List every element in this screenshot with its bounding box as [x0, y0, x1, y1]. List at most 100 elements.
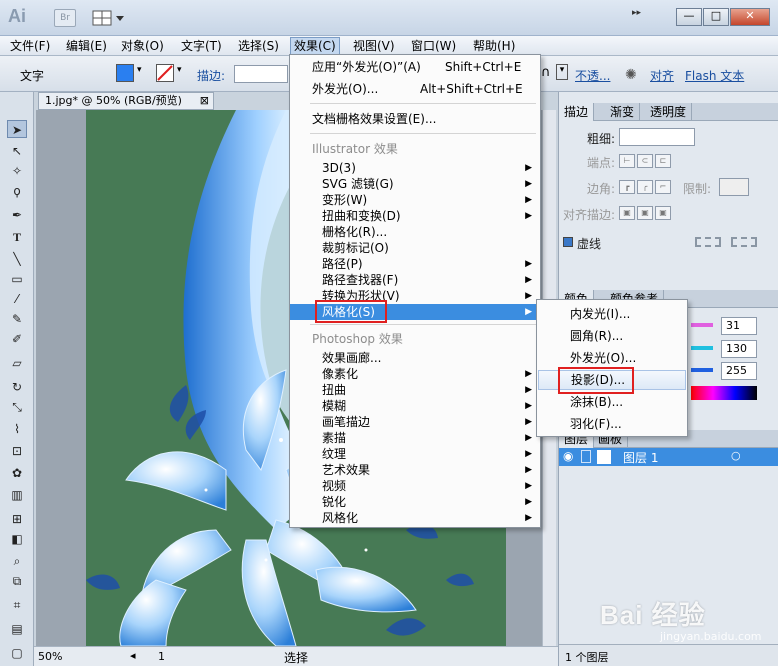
free-transform-tool-icon[interactable]: ⊡: [7, 442, 27, 460]
apply-last-effect-item[interactable]: 应用“外发光(O)”(A) Shift+Ctrl+E: [290, 59, 540, 75]
magic-wand-tool-icon[interactable]: ✧: [7, 162, 27, 180]
warp-tool-icon[interactable]: ⌇: [7, 420, 27, 438]
square-cap-icon[interactable]: ⊏: [655, 154, 671, 168]
artboard-nav-icon[interactable]: ◂: [130, 649, 136, 662]
line-tool-icon[interactable]: ╲: [7, 250, 27, 268]
menu-item-stylize-ps[interactable]: 风格化 ▶: [290, 510, 540, 526]
align-link[interactable]: 对齐: [650, 67, 674, 84]
minimize-button[interactable]: —: [676, 8, 702, 26]
red-value-input[interactable]: 31: [721, 317, 757, 335]
menu-item-blur[interactable]: 模糊 ▶: [290, 398, 540, 414]
last-effect-item[interactable]: 外发光(O)... Alt+Shift+Ctrl+E: [290, 81, 540, 97]
round-cap-icon[interactable]: ⊂: [637, 154, 653, 168]
eyedropper-tool-icon[interactable]: ⌕: [7, 552, 27, 570]
recolor-icon[interactable]: ✺: [625, 67, 637, 83]
layer-target-icon[interactable]: ○: [731, 449, 741, 462]
menu-file[interactable]: 文件(F): [7, 37, 53, 55]
lock-toggle-icon[interactable]: [581, 450, 591, 463]
type-tool-icon[interactable]: T: [7, 228, 27, 246]
menu-effect[interactable]: 效果(C): [290, 37, 340, 55]
lasso-tool-icon[interactable]: ϙ: [7, 182, 27, 200]
brush-icon[interactable]: ∩: [541, 65, 551, 80]
screen-mode-icon[interactable]: ▢: [7, 644, 27, 662]
menu-item-sharpen[interactable]: 锐化 ▶: [290, 494, 540, 510]
stroke-dropdown-icon[interactable]: ▾: [177, 65, 182, 75]
stroke-label[interactable]: 描边:: [197, 67, 225, 84]
selection-tool-icon[interactable]: ➤: [7, 120, 27, 138]
red-slider-icon[interactable]: [691, 323, 713, 327]
weight-input[interactable]: [619, 128, 695, 146]
rotate-tool-icon[interactable]: ↻: [7, 378, 27, 396]
green-value-input[interactable]: 130: [721, 340, 757, 358]
menu-item-video[interactable]: 视频 ▶: [290, 478, 540, 494]
menu-item-texture[interactable]: 纹理 ▶: [290, 446, 540, 462]
menu-item-round-corners[interactable]: 圆角(R)...: [537, 326, 687, 346]
butt-cap-icon[interactable]: ⊢: [619, 154, 635, 168]
menu-item-3d[interactable]: 3D(3) ▶: [290, 160, 540, 176]
menu-item-distort[interactable]: 扭曲 ▶: [290, 382, 540, 398]
menu-item-svg-filters[interactable]: SVG 滤镜(G) ▶: [290, 176, 540, 192]
menu-item-warp[interactable]: 变形(W) ▶: [290, 192, 540, 208]
arrange-documents-button[interactable]: [92, 9, 126, 27]
menu-edit[interactable]: 编辑(E): [63, 37, 110, 55]
fill-swatch[interactable]: [116, 64, 134, 82]
limit-input[interactable]: [719, 178, 749, 196]
raster-settings-item[interactable]: 文档栅格效果设置(E)...: [290, 111, 540, 127]
menu-type[interactable]: 文字(T): [178, 37, 225, 55]
menu-item-brush-strokes[interactable]: 画笔描边 ▶: [290, 414, 540, 430]
tab-stroke[interactable]: 描边: [559, 103, 595, 121]
visibility-eye-icon[interactable]: ◉: [563, 449, 573, 463]
menu-view[interactable]: 视图(V): [350, 37, 398, 55]
menu-item-inner-glow[interactable]: 内发光(I)...: [537, 304, 687, 324]
symbol-sprayer-tool-icon[interactable]: ✿: [7, 464, 27, 482]
artboard-tool-icon[interactable]: ▤: [7, 620, 27, 638]
close-document-icon[interactable]: ⊠: [200, 93, 209, 109]
style-dropdown-icon[interactable]: ▾: [556, 64, 568, 80]
direct-selection-tool-icon[interactable]: ↖: [7, 142, 27, 160]
menu-select[interactable]: 选择(S): [235, 37, 282, 55]
miter-join-icon[interactable]: ┏: [619, 180, 635, 194]
column-graph-tool-icon[interactable]: ▥: [7, 486, 27, 504]
tab-gradient[interactable]: 渐变: [605, 103, 641, 121]
artboard-number[interactable]: 1: [158, 650, 165, 663]
round-join-icon[interactable]: ╭: [637, 180, 653, 194]
eraser-tool-icon[interactable]: ▱: [7, 354, 27, 372]
menu-item-distort-transform[interactable]: 扭曲和变换(D) ▶: [290, 208, 540, 224]
fill-dropdown-icon[interactable]: ▾: [137, 65, 142, 75]
align-outside-icon[interactable]: ▣: [655, 206, 671, 220]
menu-item-outer-glow[interactable]: 外发光(O)...: [537, 348, 687, 368]
menu-item-effect-gallery[interactable]: 效果画廊...: [290, 350, 540, 366]
close-button[interactable]: ✕: [730, 8, 770, 26]
blue-value-input[interactable]: 255: [721, 362, 757, 380]
stroke-swatch[interactable]: [156, 64, 174, 82]
rectangle-tool-icon[interactable]: ▭: [7, 270, 27, 288]
layer-name[interactable]: 图层 1: [623, 449, 658, 466]
align-center-icon[interactable]: ▣: [619, 206, 635, 220]
menu-object[interactable]: 对象(O): [118, 37, 167, 55]
menu-item-pixelate[interactable]: 像素化 ▶: [290, 366, 540, 382]
slice-tool-icon[interactable]: ⌗: [7, 596, 27, 614]
pencil-tool-icon[interactable]: ✎: [7, 310, 27, 328]
align-inside-icon[interactable]: ▣: [637, 206, 653, 220]
document-tab[interactable]: 1.jpg* @ 50% (RGB/预览) ⊠: [38, 92, 214, 110]
flash-text-link[interactable]: Flash 文本: [685, 67, 744, 84]
green-slider-icon[interactable]: [691, 346, 713, 350]
stroke-weight-input[interactable]: [234, 65, 288, 83]
menu-item-rasterize[interactable]: 栅格化(R)...: [290, 224, 540, 240]
blue-slider-icon[interactable]: [691, 368, 713, 372]
layer-row[interactable]: ◉ 图层 1 ○: [559, 448, 778, 466]
paintbrush-tool-icon[interactable]: ⁄: [7, 290, 27, 308]
menu-item-scribble[interactable]: 涂抹(B)...: [537, 392, 687, 412]
blob-brush-tool-icon[interactable]: ✐: [7, 330, 27, 348]
blend-tool-icon[interactable]: ⧉: [7, 572, 27, 590]
maximize-button[interactable]: □: [703, 8, 729, 26]
menu-item-artistic[interactable]: 艺术效果 ▶: [290, 462, 540, 478]
panel-collapse-icon[interactable]: ▸▸: [632, 8, 672, 28]
tab-transparency[interactable]: 透明度: [645, 103, 693, 121]
bridge-button[interactable]: Br: [54, 9, 76, 27]
opacity-link[interactable]: 不透...: [575, 67, 610, 84]
scale-tool-icon[interactable]: ⤡: [7, 398, 27, 416]
menu-help[interactable]: 帮助(H): [470, 37, 518, 55]
menu-item-path[interactable]: 路径(P) ▶: [290, 256, 540, 272]
pen-tool-icon[interactable]: ✒: [7, 206, 27, 224]
